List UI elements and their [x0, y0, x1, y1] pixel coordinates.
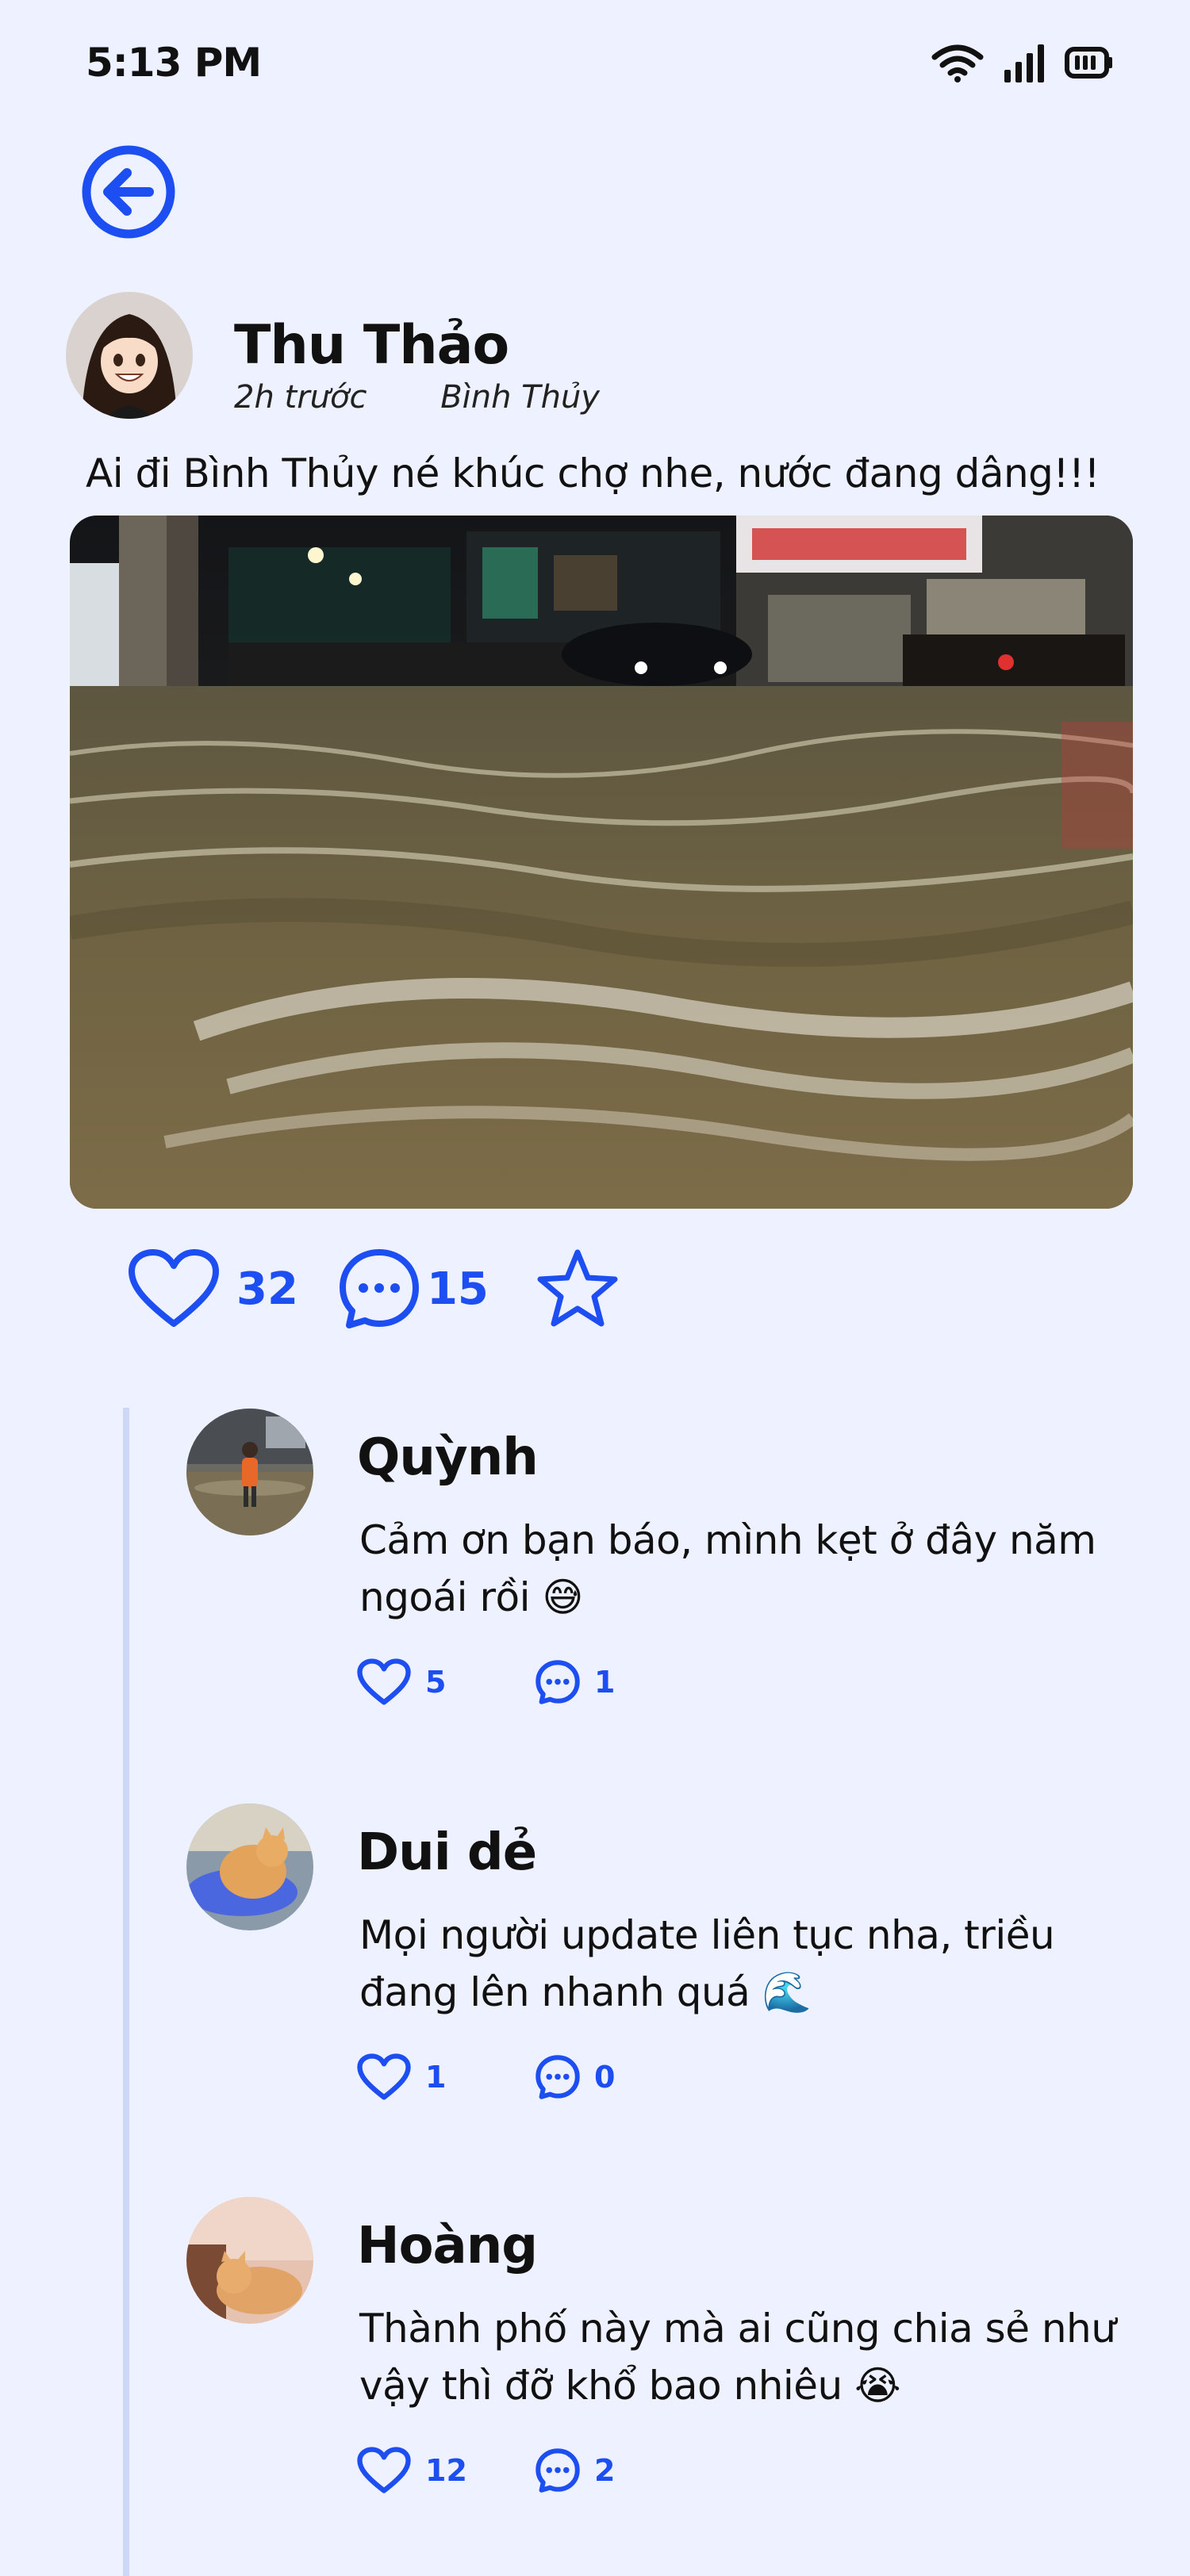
comment-item: Quỳnh Cảm ơn bạn báo, mình kẹt ở đây năm… — [186, 1409, 1138, 1726]
comment-avatar[interactable] — [186, 1804, 313, 1930]
post-actions: 32 15 — [127, 1245, 620, 1332]
star-icon — [537, 1249, 618, 1327]
status-icons — [931, 43, 1114, 82]
post-meta: 2h trước Bình Thủy — [234, 379, 600, 416]
author-name[interactable]: Thu Thảo — [234, 314, 509, 377]
like-button[interactable]: 32 — [127, 1248, 298, 1330]
comment-like-count: 12 — [425, 2453, 467, 2488]
author-avatar[interactable] — [66, 292, 193, 419]
comment-like-button[interactable]: 1 — [357, 2053, 446, 2101]
comment-avatar[interactable] — [186, 2197, 313, 2324]
comment-item: Hoàng Thành phố này mà ai cũng chia sẻ n… — [186, 2197, 1138, 2514]
comment-text: Thành phố này mà ai cũng chia sẻ như vậy… — [359, 2306, 1116, 2409]
comment-author[interactable]: Hoàng — [357, 2217, 538, 2275]
post-image[interactable] — [70, 516, 1133, 1209]
back-button[interactable] — [79, 143, 178, 241]
heart-icon — [357, 2053, 411, 2100]
chat-bubble-icon — [339, 1249, 419, 1328]
thread-line — [123, 1408, 129, 2576]
heart-icon — [357, 1658, 411, 1705]
comment-like-count: 1 — [425, 2060, 447, 2095]
wifi-icon — [931, 44, 984, 82]
comment-item: Dui dẻ Mọi người update liên tục nha, tr… — [186, 1804, 1138, 2121]
comment-reply-count: 2 — [594, 2453, 616, 2488]
comment-avatar[interactable] — [186, 1409, 313, 1535]
comment-text: Mọi người update liên tục nha, triều đan… — [359, 1912, 1055, 2015]
save-button[interactable] — [535, 1248, 620, 1330]
chat-bubble-icon — [536, 1660, 580, 1704]
chat-bubble-icon — [536, 2055, 580, 2099]
arrow-left-circle-icon — [82, 145, 175, 239]
comment-button[interactable]: 15 — [338, 1248, 489, 1330]
comment-actions: 1 0 — [357, 2053, 615, 2101]
comment-actions: 5 1 — [357, 1658, 615, 1706]
like-count: 32 — [236, 1263, 298, 1315]
comment-count: 15 — [426, 1263, 489, 1315]
comment-reply-count: 1 — [594, 1665, 616, 1700]
comment-author[interactable]: Dui dẻ — [357, 1823, 537, 1882]
comment-reply-count: 0 — [594, 2060, 616, 2095]
signal-icon — [1004, 44, 1044, 82]
comment-text: Cảm ơn bạn báo, mình kẹt ở đây năm ngoái… — [359, 1517, 1096, 1620]
comment-like-button[interactable]: 5 — [357, 1658, 446, 1706]
post-detail-screen: 5:13 PM Thu Thảo 2h trước Bình Thủy Ai đ… — [0, 0, 1190, 2576]
post-time: 2h trước — [234, 379, 367, 416]
heart-icon — [129, 1249, 219, 1327]
comment-reply-button[interactable]: 1 — [536, 1660, 615, 1704]
comment-reply-button[interactable]: 2 — [536, 2448, 615, 2493]
battery-icon — [1065, 47, 1112, 79]
heart-icon — [357, 2447, 411, 2494]
status-time: 5:13 PM — [86, 40, 262, 86]
post-location[interactable]: Bình Thủy — [440, 379, 600, 416]
comment-author[interactable]: Quỳnh — [357, 1428, 539, 1487]
post-text: Ai đi Bình Thủy né khúc chợ nhe, nước đa… — [86, 450, 1100, 496]
comment-reply-button[interactable]: 0 — [536, 2055, 615, 2099]
comment-like-button[interactable]: 12 — [357, 2447, 467, 2494]
comment-like-count: 5 — [425, 1665, 447, 1700]
comment-actions: 12 2 — [357, 2447, 615, 2494]
chat-bubble-icon — [536, 2448, 580, 2493]
